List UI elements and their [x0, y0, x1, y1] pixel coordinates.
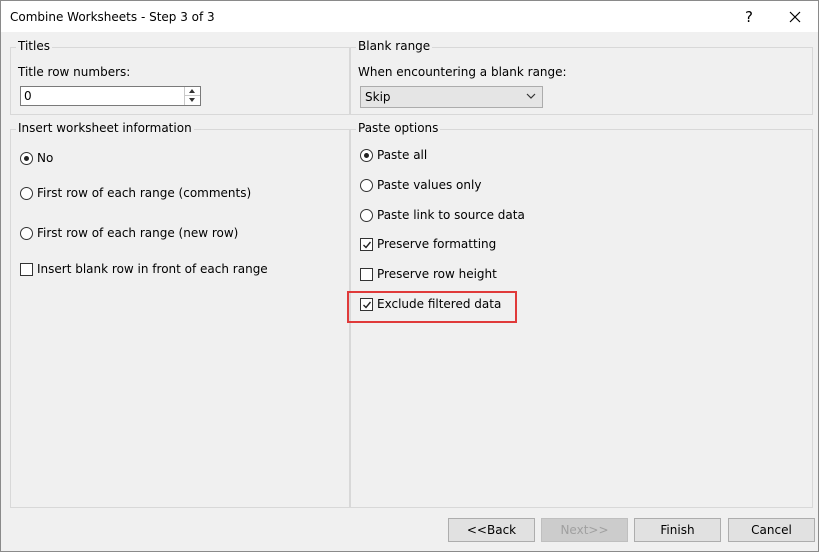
title-row-numbers-input[interactable]: 0 — [24, 89, 32, 103]
chevron-down-icon — [526, 93, 536, 99]
insert-info-group-label: Insert worksheet information — [16, 121, 194, 135]
next-button[interactable]: Next>> — [541, 518, 628, 542]
spin-down-button[interactable] — [185, 96, 200, 105]
help-button[interactable]: ? — [732, 5, 766, 29]
checkbox-unchecked-icon — [20, 263, 33, 276]
dialog-title: Combine Worksheets - Step 3 of 3 — [10, 10, 215, 24]
close-button[interactable] — [778, 5, 812, 29]
radio-checked-icon — [20, 152, 33, 165]
blank-range-group-label: Blank range — [356, 39, 433, 53]
radio-unchecked-icon — [360, 209, 373, 222]
checkbox-unchecked-icon — [360, 268, 373, 281]
title-bar: Combine Worksheets - Step 3 of 3 ? — [1, 1, 818, 32]
finish-button[interactable]: Finish — [634, 518, 721, 542]
arrow-down-icon — [189, 98, 195, 102]
cancel-button[interactable]: Cancel — [728, 518, 815, 542]
combine-worksheets-dialog: Combine Worksheets - Step 3 of 3 ? Title… — [0, 0, 819, 552]
title-row-numbers-label: Title row numbers: — [18, 65, 131, 79]
blank-range-prompt: When encountering a blank range: — [358, 65, 567, 79]
radio-unchecked-icon — [360, 179, 373, 192]
back-button[interactable]: <<Back — [448, 518, 535, 542]
spin-up-button[interactable] — [185, 87, 200, 96]
titles-group-label: Titles — [16, 39, 52, 53]
checkbox-checked-icon — [360, 238, 373, 251]
blank-range-select[interactable]: Skip — [360, 86, 543, 108]
radio-unchecked-icon — [20, 227, 33, 240]
arrow-up-icon — [189, 89, 195, 93]
blank-range-selected-value: Skip — [365, 90, 391, 104]
title-row-numbers-spinbox[interactable]: 0 — [20, 86, 201, 106]
close-icon — [789, 11, 801, 23]
radio-checked-icon — [360, 149, 373, 162]
radio-unchecked-icon — [20, 187, 33, 200]
exclude-filtered-data-highlight — [347, 291, 517, 323]
paste-options-group-label: Paste options — [356, 121, 441, 135]
